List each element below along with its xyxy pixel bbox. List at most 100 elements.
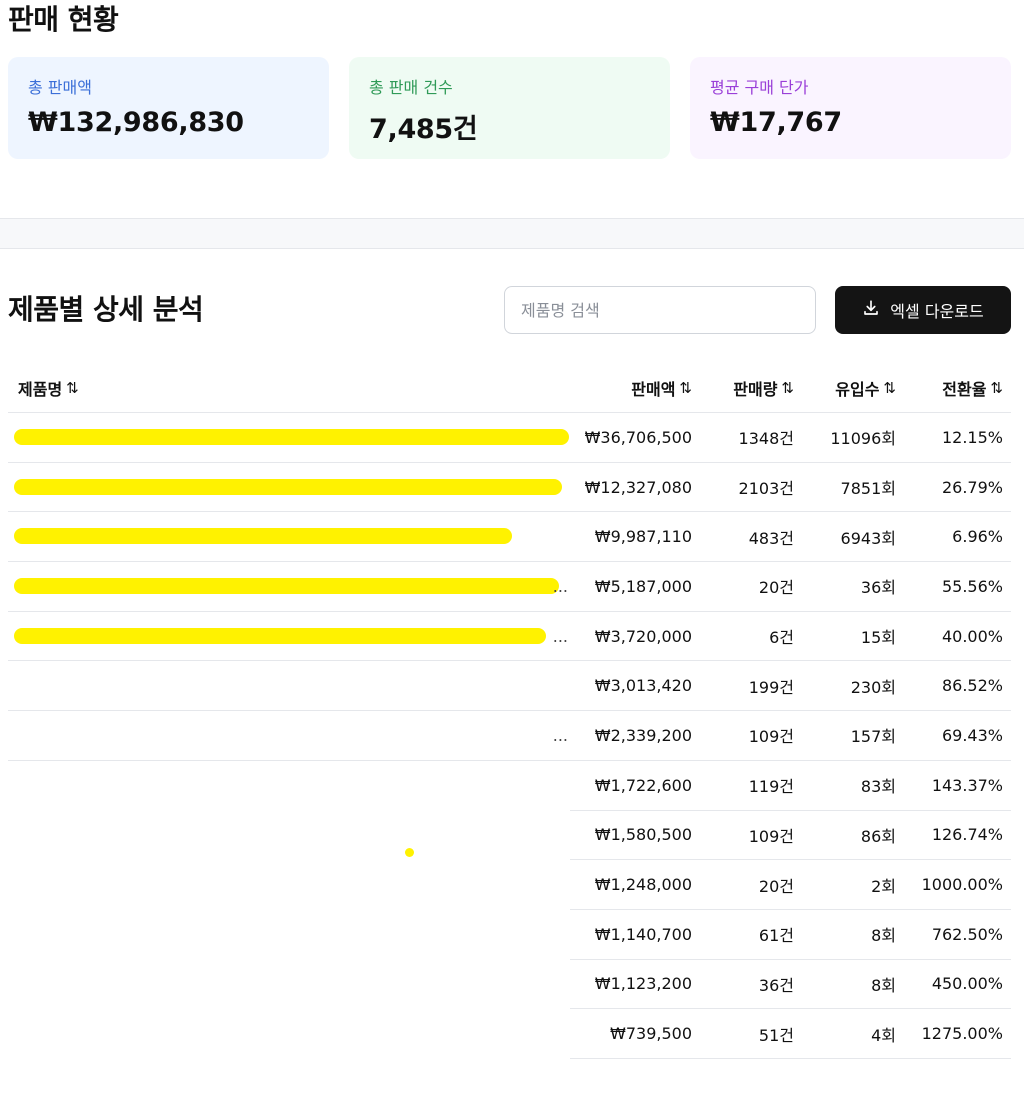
redaction-mark xyxy=(14,578,559,595)
excel-download-label: 엑셀 다운로드 xyxy=(890,302,984,321)
product-name-cell xyxy=(8,463,570,512)
qty-cell: 483건 xyxy=(748,528,794,548)
visits-cell: 157회 xyxy=(850,727,896,747)
amount-cell: ₩1,123,200 xyxy=(570,960,692,1010)
rate-cell: 1275.00% xyxy=(896,1009,1011,1059)
section-title: 제품별 상세 분석 xyxy=(8,293,204,326)
stat-label: 총 판매액 xyxy=(28,78,92,97)
rate-cell: 12.15% xyxy=(941,427,1003,447)
section-divider xyxy=(0,218,1024,249)
amount-cell: ₩739,500 xyxy=(570,1009,692,1059)
redaction-mark xyxy=(14,478,562,495)
page-title: 판매 현황 xyxy=(8,3,119,36)
rate-cell: 143.37% xyxy=(896,761,1011,811)
table-row[interactable]: ₩36,706,500 1348건 11096회 12.15% xyxy=(8,413,1011,463)
product-name-cell xyxy=(8,910,570,960)
product-name-cell xyxy=(8,512,570,561)
sort-icon: ⇅ xyxy=(679,378,692,397)
truncation-ellipsis: ... xyxy=(552,725,568,745)
qty-cell: 51건 xyxy=(692,1009,794,1059)
amount-cell: ₩3,013,420 xyxy=(594,676,692,696)
amount-cell: ₩1,722,600 xyxy=(570,761,692,811)
product-table: 제품명 ⇅ 판매액 ⇅ 판매량 ⇅ 유입수 ⇅ 전환율 ⇅ ₩36,706,500 1348… xyxy=(8,363,1011,1059)
stat-value: ₩17,767 xyxy=(710,107,842,138)
sort-icon: ⇅ xyxy=(990,378,1003,397)
table-row[interactable]: ... ₩5,187,000 20건 36회 55.56% xyxy=(8,562,1011,612)
stat-card: 총 판매 건수 7,485건 xyxy=(349,57,670,159)
visits-cell: 83회 xyxy=(794,761,896,811)
redaction-dot xyxy=(405,848,414,857)
amount-cell: ₩1,248,000 xyxy=(570,860,692,910)
qty-cell: 119건 xyxy=(692,761,794,811)
amount-cell: ₩3,720,000 xyxy=(594,626,692,646)
sort-icon: ⇅ xyxy=(883,378,896,397)
rate-cell: 450.00% xyxy=(896,960,1011,1010)
download-icon xyxy=(862,299,880,321)
rate-cell: 40.00% xyxy=(941,626,1003,646)
header-amount[interactable]: 판매액 ⇅ xyxy=(570,363,692,412)
amount-cell: ₩36,706,500 xyxy=(584,427,692,447)
table-row[interactable]: ₩3,013,420 199건 230회 86.52% xyxy=(8,661,1011,712)
product-name-cell xyxy=(8,661,570,710)
excel-download-button[interactable]: 엑셀 다운로드 xyxy=(835,286,1011,334)
stat-card: 총 판매액 ₩132,986,830 xyxy=(8,57,329,159)
truncation-ellipsis: ... xyxy=(552,626,568,646)
rate-cell: 6.96% xyxy=(952,527,1003,547)
rate-cell: 126.74% xyxy=(896,811,1011,861)
product-name-cell xyxy=(8,761,570,811)
product-name-cell xyxy=(8,811,570,861)
table-row[interactable]: ₩1,722,600 119건 83회 143.37% xyxy=(8,761,1011,811)
redaction-mark xyxy=(14,627,546,644)
product-search-input[interactable] xyxy=(504,286,816,334)
table-row[interactable]: ₩1,140,700 61건 8회 762.50% xyxy=(8,910,1011,960)
visits-cell: 15회 xyxy=(860,628,896,648)
header-qty[interactable]: 판매량 ⇅ xyxy=(692,363,794,412)
table-row[interactable]: ... ₩2,339,200 109건 157회 69.43% xyxy=(8,711,1011,761)
table-row[interactable]: ₩739,500 51건 4회 1275.00% xyxy=(8,1009,1011,1059)
rate-cell: 26.79% xyxy=(941,477,1003,497)
qty-cell: 2103건 xyxy=(738,479,794,499)
qty-cell: 109건 xyxy=(692,811,794,861)
stat-value: ₩132,986,830 xyxy=(28,107,244,138)
header-name[interactable]: 제품명 ⇅ xyxy=(8,363,570,412)
qty-cell: 6건 xyxy=(769,628,794,648)
stat-value: 7,485건 xyxy=(369,114,478,145)
amount-cell: ₩1,580,500 xyxy=(570,811,692,861)
qty-cell: 109건 xyxy=(748,727,794,747)
visits-cell: 8회 xyxy=(794,910,896,960)
rate-cell: 55.56% xyxy=(941,576,1003,596)
qty-cell: 20건 xyxy=(692,860,794,910)
product-name-cell: ... xyxy=(8,562,570,611)
header-rate[interactable]: 전환율 ⇅ xyxy=(896,363,1011,412)
stat-label: 평균 구매 단가 xyxy=(710,78,809,97)
visits-cell: 230회 xyxy=(850,677,896,697)
sort-icon: ⇅ xyxy=(66,378,79,397)
rate-cell: 86.52% xyxy=(941,676,1003,696)
visits-cell: 86회 xyxy=(794,811,896,861)
amount-cell: ₩12,327,080 xyxy=(584,477,692,497)
sort-icon: ⇅ xyxy=(781,378,794,397)
amount-cell: ₩9,987,110 xyxy=(594,527,692,547)
product-name-cell xyxy=(8,960,570,1010)
truncation-ellipsis: ... xyxy=(552,576,568,596)
visits-cell: 6943회 xyxy=(840,528,896,548)
table-row[interactable]: ₩9,987,110 483건 6943회 6.96% xyxy=(8,512,1011,563)
product-name-cell: ... xyxy=(8,711,570,760)
table-header: 제품명 ⇅ 판매액 ⇅ 판매량 ⇅ 유입수 ⇅ 전환율 ⇅ xyxy=(8,363,1011,413)
rate-cell: 69.43% xyxy=(941,725,1003,745)
table-row[interactable]: ₩12,327,080 2103건 7851회 26.79% xyxy=(8,463,1011,513)
table-row[interactable]: ₩1,580,500 109건 86회 126.74% xyxy=(8,811,1011,861)
header-visits[interactable]: 유입수 ⇅ xyxy=(794,363,896,412)
qty-cell: 1348건 xyxy=(738,429,794,449)
amount-cell: ₩1,140,700 xyxy=(570,910,692,960)
product-name-cell xyxy=(8,1009,570,1059)
visits-cell: 8회 xyxy=(794,960,896,1010)
table-row[interactable]: ... ₩3,720,000 6건 15회 40.00% xyxy=(8,612,1011,662)
redaction-mark xyxy=(14,528,512,545)
visits-cell: 7851회 xyxy=(840,479,896,499)
table-row[interactable]: ₩1,248,000 20건 2회 1000.00% xyxy=(8,860,1011,910)
visits-cell: 2회 xyxy=(794,860,896,910)
qty-cell: 61건 xyxy=(692,910,794,960)
rate-cell: 762.50% xyxy=(896,910,1011,960)
table-row[interactable]: ₩1,123,200 36건 8회 450.00% xyxy=(8,960,1011,1010)
